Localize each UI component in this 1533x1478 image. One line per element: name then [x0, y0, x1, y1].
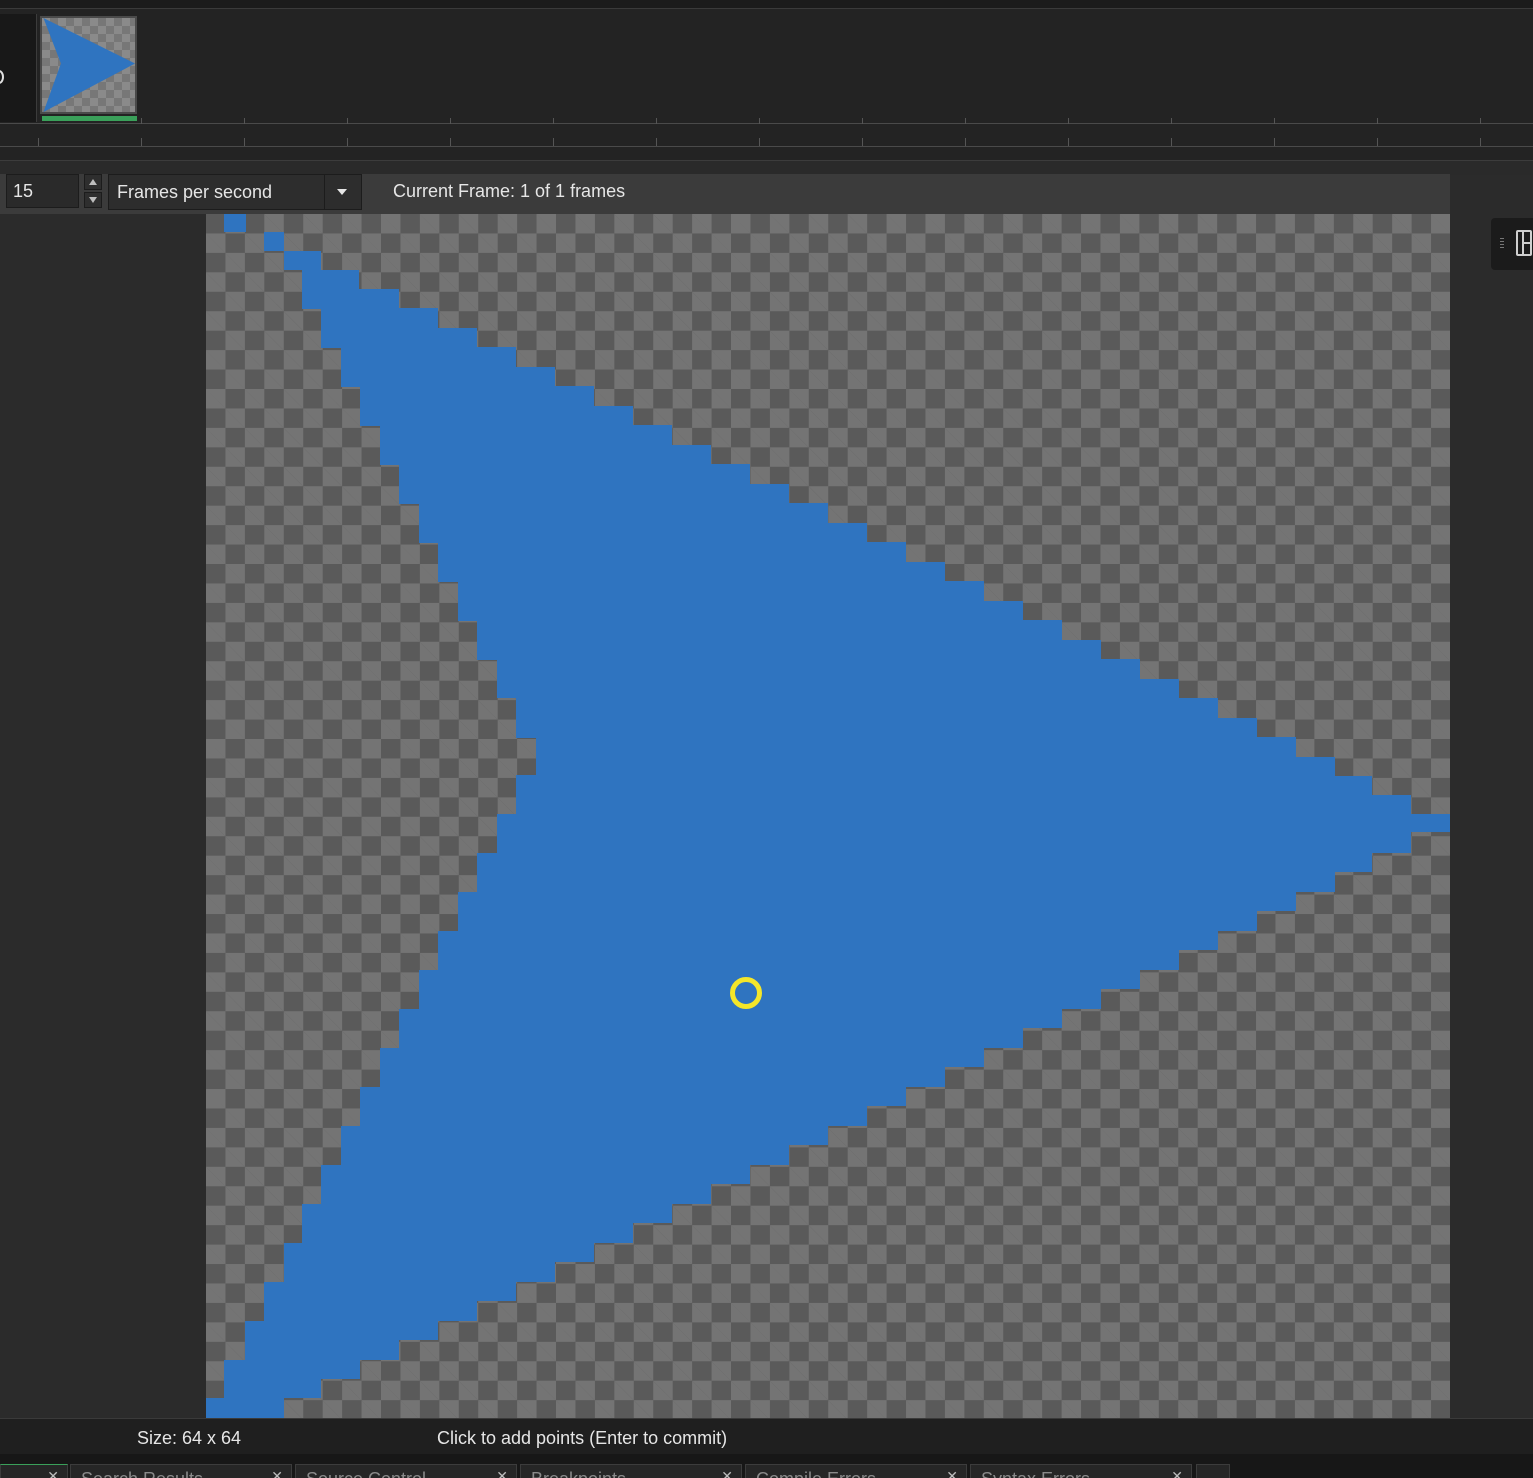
ruler-tick: [450, 138, 451, 146]
triangle-up-icon: [89, 179, 97, 185]
ruler-tick: [553, 118, 554, 124]
ruler-tick: [759, 118, 760, 124]
partial-glyph-icon: [0, 70, 4, 84]
sprite-size-label: Size: 64 x 64: [137, 1428, 242, 1448]
ruler-tick: [141, 138, 142, 146]
ruler-tick: [965, 138, 966, 146]
sprite-editor-canvas[interactable]: [206, 214, 1450, 1418]
ruler-tick: [656, 118, 657, 124]
ruler-tick: [553, 138, 554, 146]
cursor-ring: [730, 977, 762, 1009]
strip-bottom-divider: [0, 160, 1533, 175]
tool-hint-label: Click to add points (Enter to commit): [437, 1428, 728, 1448]
tab-label: Syntax Errors: [981, 1469, 1090, 1478]
layout-panel-icon[interactable]: [1516, 230, 1532, 256]
fps-unit-label: Frames per second: [117, 182, 273, 202]
triangle-down-icon: [89, 197, 97, 203]
ruler-tick: [1274, 138, 1275, 146]
tab-breakpoints[interactable]: Breakpoints ✕: [520, 1464, 742, 1478]
fps-input[interactable]: [6, 174, 79, 208]
tab-label: Compile Errors: [756, 1469, 876, 1478]
tab-syntax-errors[interactable]: Syntax Errors ✕: [970, 1464, 1192, 1478]
current-frame-label: Current Frame: 1 of 1 frames: [393, 181, 626, 201]
ruler-tick: [1171, 118, 1172, 124]
ruler-tick: [965, 118, 966, 124]
ruler-tick: [1377, 118, 1378, 124]
ruler-tick: [38, 138, 39, 146]
ruler-tick: [1068, 118, 1069, 124]
ruler-tick: [1274, 118, 1275, 124]
tab-overflow-button[interactable]: [1196, 1464, 1230, 1478]
timeline-ruler[interactable]: [0, 118, 1533, 147]
ruler-tick: [244, 118, 245, 124]
chevron-down-icon: [337, 189, 347, 195]
close-icon[interactable]: ✕: [721, 1468, 733, 1478]
ruler-tick: [759, 138, 760, 146]
tab-label: Search Results: [81, 1469, 203, 1478]
strip-left-panel: [0, 14, 37, 122]
ruler-tick: [347, 138, 348, 146]
close-icon[interactable]: ✕: [47, 1468, 59, 1478]
ruler-tick: [1377, 138, 1378, 146]
ruler-tick: [244, 138, 245, 146]
tab-source-control[interactable]: Source Control ✕: [295, 1464, 517, 1478]
tab-label: Source Control: [306, 1469, 426, 1478]
strip-top-divider: [0, 0, 1533, 9]
ruler-tick: [1068, 138, 1069, 146]
fps-decrement-button[interactable]: [84, 192, 102, 208]
grip-handle-icon[interactable]: [1500, 238, 1504, 248]
ruler-tick: [862, 118, 863, 124]
canvas-area: [0, 214, 1533, 1418]
ruler-tick: [141, 118, 142, 124]
close-icon[interactable]: ✕: [496, 1468, 508, 1478]
arrow-sprite-thumbnail: [43, 18, 135, 112]
status-bar: Size: 64 x 64 Click to add points (Enter…: [0, 1418, 1533, 1455]
ruler-tick: [1171, 138, 1172, 146]
close-icon[interactable]: ✕: [271, 1468, 283, 1478]
ruler-tick: [1480, 118, 1481, 124]
ruler-tick: [862, 138, 863, 146]
ruler-tick: [1480, 138, 1481, 146]
tab-compile-errors[interactable]: Compile Errors ✕: [745, 1464, 967, 1478]
tab-search-results[interactable]: Search Results ✕: [70, 1464, 292, 1478]
ruler-tick: [656, 138, 657, 146]
frame-strip: [0, 0, 1533, 175]
tab-label: Breakpoints: [531, 1469, 626, 1478]
selected-frame-indicator: [42, 116, 137, 121]
bottom-dock-tabs: ✕ Search Results ✕ Source Control ✕ Brea…: [0, 1454, 1533, 1478]
fps-increment-button[interactable]: [84, 174, 102, 190]
fps-unit-dropdown[interactable]: Frames per second: [108, 174, 362, 210]
ruler-tick: [347, 118, 348, 124]
arrow-sprite: [206, 214, 1450, 1418]
tab-output[interactable]: ✕: [0, 1464, 68, 1478]
dropdown-arrow-button[interactable]: [324, 175, 361, 209]
ruler-tick: [450, 118, 451, 124]
playback-toolbar: Frames per second Current Frame: 1 of 1 …: [0, 174, 1450, 214]
close-icon[interactable]: ✕: [1171, 1468, 1183, 1478]
frame-thumbnail[interactable]: [40, 16, 137, 114]
close-icon[interactable]: ✕: [946, 1468, 958, 1478]
